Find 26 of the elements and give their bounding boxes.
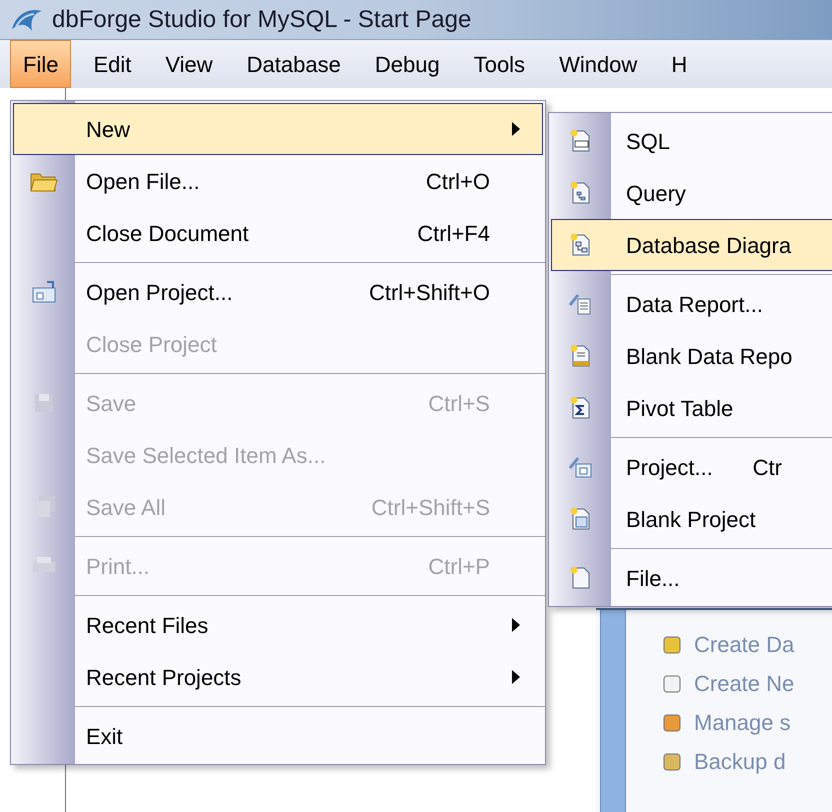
menu-item[interactable]: New [13, 103, 543, 155]
menu-item[interactable]: Database Diagra [551, 219, 832, 271]
menu-item[interactable]: Recent Projects [13, 651, 543, 703]
menu-item[interactable]: Project... Ctr [551, 441, 832, 493]
menu-bar-item[interactable]: H [659, 40, 700, 88]
menu-bar-item[interactable]: Database [234, 40, 353, 88]
menu-item[interactable]: Blank Data Repo [551, 330, 832, 382]
menu-item[interactable]: File... [551, 552, 832, 604]
menu-bar-item[interactable]: Tools [462, 40, 538, 88]
menu-item[interactable]: Close Document Ctrl+F4 [13, 207, 543, 259]
menu-item[interactable]: Data Report... [551, 278, 832, 330]
menu-bar-item[interactable]: Edit [81, 40, 144, 88]
menu-item[interactable]: Open Project... Ctrl+Shift+O [13, 266, 543, 318]
menu-item[interactable]: Query [551, 167, 832, 219]
window-title: dbForge Studio for MySQL - Start Page [52, 4, 472, 34]
menu-bar-item[interactable]: File [10, 40, 72, 88]
menu-item[interactable]: Pivot Table [551, 382, 832, 434]
menu-item[interactable]: Recent Files [13, 599, 543, 651]
menu-item[interactable]: Exit [13, 710, 543, 762]
menu-item[interactable]: Open File... Ctrl+O [13, 155, 543, 207]
menu-bar-item[interactable]: View [153, 40, 225, 88]
menu-bar-item[interactable]: Window [547, 40, 650, 88]
menu-bar-item[interactable]: Debug [362, 40, 452, 88]
project-wand-icon [568, 454, 594, 480]
menu-item[interactable]: SQL [551, 115, 832, 167]
menu-item[interactable]: Blank Project [551, 493, 832, 545]
